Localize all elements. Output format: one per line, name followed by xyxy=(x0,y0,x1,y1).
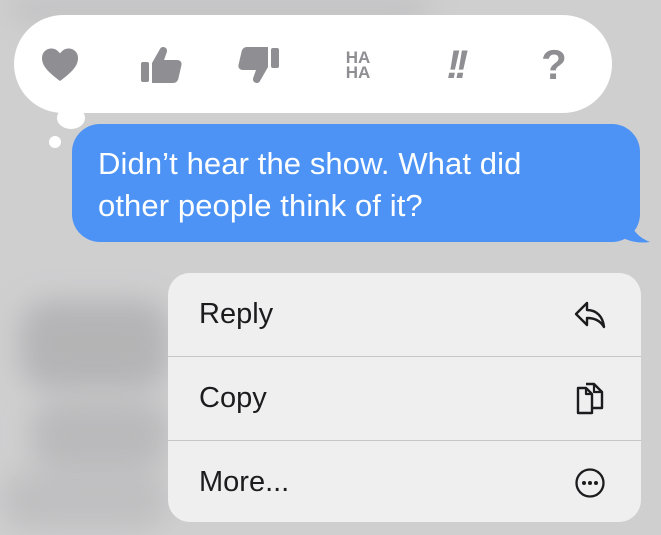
reply-arrow-icon xyxy=(573,298,607,332)
copy-icon xyxy=(573,382,607,416)
more-ellipsis-icon xyxy=(573,466,607,500)
menu-item-copy[interactable]: Copy xyxy=(168,357,641,440)
message-line: other people think of it? xyxy=(98,188,423,223)
heart-icon[interactable] xyxy=(30,35,90,95)
haha-icon[interactable]: HA HA xyxy=(328,35,388,95)
bubble-tail xyxy=(612,200,650,243)
question-icon[interactable]: ? xyxy=(524,35,584,95)
exclamation-icon[interactable]: !! xyxy=(425,35,485,95)
tapback-bar: HA HA !! ? xyxy=(14,15,612,113)
background-blur xyxy=(20,300,170,390)
menu-item-label: Reply xyxy=(199,298,274,330)
thumbs-down-icon[interactable] xyxy=(229,35,289,95)
tapback-tail xyxy=(57,107,85,129)
context-menu: Reply Copy More... xyxy=(168,273,641,522)
background-blur xyxy=(30,400,170,470)
menu-item-label: More... xyxy=(199,466,290,498)
thumbs-up-icon[interactable] xyxy=(131,35,191,95)
menu-item-label: Copy xyxy=(199,382,267,414)
message-line: Didn’t hear the show. What did xyxy=(98,146,522,181)
message-bubble[interactable]: Didn’t hear the show. What did other peo… xyxy=(72,124,640,242)
tapback-tail-dot xyxy=(49,136,61,148)
menu-item-reply[interactable]: Reply xyxy=(168,273,641,356)
menu-item-more[interactable]: More... xyxy=(168,441,641,522)
background-blur xyxy=(0,470,170,530)
